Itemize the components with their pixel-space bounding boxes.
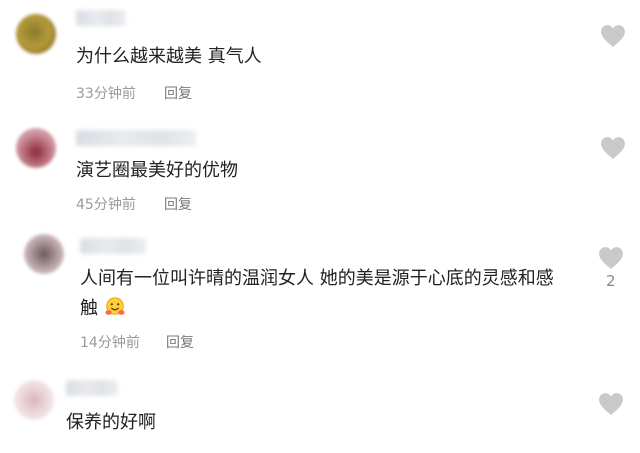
comment-item-3: 人间有一位叫许晴的温润女人 她的美是源于心底的灵感和感 触 14分钟前 回复 2 xyxy=(0,228,640,368)
comment-text: 保养的好啊 xyxy=(66,412,156,433)
comment-text-line2-container: 触 xyxy=(80,294,126,324)
comment-item-2: 演艺圈最美好的优物 45分钟前 回复 xyxy=(0,110,640,228)
heart-icon[interactable] xyxy=(600,24,626,48)
comment-text-line2: 触 xyxy=(80,298,98,319)
username-blurred[interactable] xyxy=(76,10,126,26)
reply-button[interactable]: 回复 xyxy=(166,332,194,352)
reply-button[interactable]: 回复 xyxy=(164,83,192,103)
comment-text: 为什么越来越美 真气人 xyxy=(76,46,262,67)
avatar[interactable] xyxy=(16,128,56,168)
hugging-face-emoji xyxy=(105,297,125,315)
heart-icon[interactable] xyxy=(598,246,624,270)
heart-icon[interactable] xyxy=(598,392,624,416)
username-blurred[interactable] xyxy=(80,238,146,254)
heart-icon[interactable] xyxy=(600,136,626,160)
comment-time: 45分钟前 xyxy=(76,197,136,213)
username-blurred[interactable] xyxy=(76,130,196,146)
avatar[interactable] xyxy=(14,380,54,420)
comment-item-4: 保养的好啊 xyxy=(0,368,640,453)
username-blurred[interactable] xyxy=(66,380,118,396)
reply-button[interactable]: 回复 xyxy=(164,194,192,214)
comment-time: 14分钟前 xyxy=(80,335,140,351)
avatar[interactable] xyxy=(24,234,64,274)
avatar[interactable] xyxy=(16,14,56,54)
comment-text: 演艺圈最美好的优物 xyxy=(76,160,238,181)
comment-item-1: 为什么越来越美 真气人 33分钟前 回复 xyxy=(0,0,640,110)
comment-time: 33分钟前 xyxy=(76,86,136,102)
like-count: 2 xyxy=(606,272,616,290)
comment-text-line1: 人间有一位叫许晴的温润女人 她的美是源于心底的灵感和感 xyxy=(80,268,554,289)
